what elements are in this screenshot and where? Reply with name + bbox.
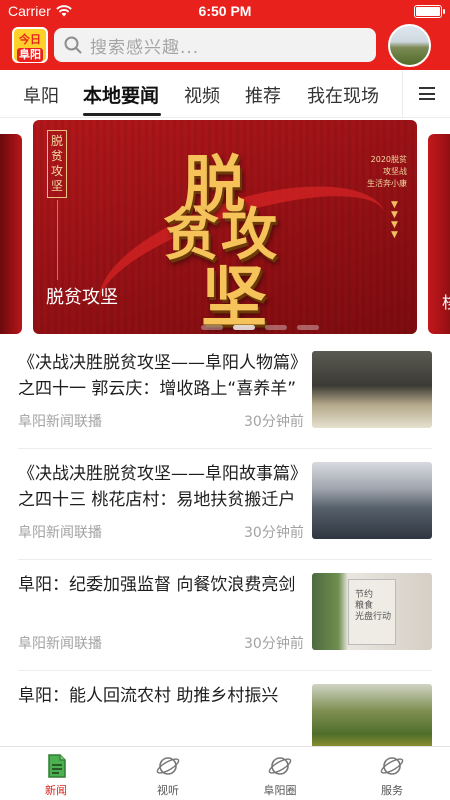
banner-caption: 脱贫攻坚 — [46, 287, 118, 308]
banner-slide[interactable]: 脱贫攻坚 脱 贫攻 坚 2020脱贫 攻坚战 生活奔小康 ▼ ▼ ▼ ▼ 脱贫攻坚 — [33, 120, 417, 334]
poster-text: 节约 粮食 光盘行动 — [355, 590, 392, 622]
news-thumbnail[interactable]: 节约 粮食 光盘行动 — [312, 573, 432, 650]
news-item[interactable]: 《决战决胜脱贫攻坚——阜阳故事篇》之四十三 桃花店村：易地扶贫搬迁户 阜阳新闻联… — [18, 449, 432, 560]
carousel-dot[interactable] — [201, 325, 223, 330]
news-source: 阜阳新闻联播 — [18, 525, 102, 541]
bottom-tab-label: 阜阳圈 — [263, 784, 297, 797]
thumbnail-poster: 节约 粮食 光盘行动 — [348, 579, 396, 645]
user-avatar[interactable] — [388, 24, 431, 67]
news-title: 《决战决胜脱贫攻坚——阜阳人物篇》之四十一 郭云庆：增收路上“喜养羊” — [18, 353, 299, 399]
planet-icon — [380, 757, 404, 775]
news-title: 阜阳：纪委加强监督 向餐饮浪费亮剑 — [18, 575, 296, 595]
tab-on-site[interactable]: 我在现场 — [307, 82, 379, 108]
carousel-indicator — [201, 325, 319, 330]
bottom-tab-label: 视听 — [157, 784, 179, 797]
news-title: 阜阳：能人回流农村 助推乡村振兴 — [18, 686, 279, 706]
carousel-dot[interactable] — [265, 325, 287, 330]
app-logo[interactable]: 今日 阜阳 — [12, 27, 48, 63]
search-placeholder: 搜索感兴趣... — [90, 37, 200, 58]
tab-fuyang[interactable]: 阜阳 — [23, 82, 59, 108]
news-source: 阜阳新闻联播 — [18, 414, 102, 430]
search-bar[interactable]: 搜索感兴趣... — [54, 28, 376, 62]
battery-icon — [414, 5, 445, 18]
bottom-tab-bar: 新闻 视听 阜阳圈 服务 — [0, 746, 450, 800]
category-tabs: 阜阳 本地要闻 视频 推荐 我在现场 — [0, 70, 450, 118]
banner-prev-slide[interactable] — [0, 134, 22, 334]
menu-icon — [418, 87, 435, 100]
banner-headline-3: 坚 — [201, 258, 267, 334]
tab-recommend[interactable]: 推荐 — [245, 82, 281, 108]
news-title: 《决战决胜脱贫攻坚——阜阳故事篇》之四十三 桃花店村：易地扶贫搬迁户 — [18, 464, 299, 510]
news-time: 30分钟前 — [244, 525, 304, 541]
banner-next-slide[interactable]: 栘 — [428, 134, 450, 334]
logo-text-bottom: 阜阳 — [17, 48, 43, 62]
app-screen: Carrier 6:50 PM 今日 阜阳 搜索感兴趣... 阜阳 本地要闻 视… — [0, 0, 450, 800]
banner-arrow-decoration: ▼ ▼ ▼ ▼ — [391, 200, 398, 240]
tab-video[interactable]: 视频 — [184, 82, 220, 108]
bottom-tab-news[interactable]: 新闻 — [16, 753, 96, 798]
next-slide-text: 栘 — [442, 293, 450, 312]
bottom-tab-label: 服务 — [381, 784, 403, 797]
news-icon — [48, 754, 66, 778]
banner-small-text: 2020脱贫 攻坚战 生活奔小康 — [367, 155, 407, 188]
app-header: Carrier 6:50 PM 今日 阜阳 搜索感兴趣... — [0, 0, 450, 70]
news-item[interactable]: 《决战决胜脱贫攻坚——阜阳人物篇》之四十一 郭云庆：增收路上“喜养羊” 阜阳新闻… — [18, 338, 432, 449]
news-source: 阜阳新闻联播 — [18, 636, 102, 652]
bottom-tab-fuyang-circle[interactable]: 阜阳圈 — [240, 753, 320, 798]
status-time: 6:50 PM — [198, 3, 252, 19]
bottom-tab-label: 新闻 — [45, 784, 67, 797]
banner-carousel[interactable]: 栘 脱贫攻坚 脱 贫攻 坚 2020脱贫 攻坚战 生活奔小康 ▼▼▼▼ 脱贫攻坚 — [0, 118, 450, 338]
tab-local-news[interactable]: 本地要闻 — [83, 81, 159, 108]
banner-side-text: 脱贫攻坚 — [47, 130, 67, 198]
news-item[interactable]: 阜阳：纪委加强监督 向餐饮浪费亮剑 阜阳新闻联播 30分钟前 节约 粮食 光盘行… — [18, 560, 432, 671]
carousel-dot-active[interactable] — [233, 325, 255, 330]
news-time: 30分钟前 — [244, 414, 304, 430]
bottom-tab-services[interactable]: 服务 — [352, 753, 432, 798]
bottom-tab-audio-video[interactable]: 视听 — [128, 753, 208, 798]
logo-text-top: 今日 — [19, 33, 41, 46]
active-tab-indicator — [83, 113, 161, 116]
status-bar: Carrier 6:50 PM — [0, 0, 450, 22]
planet-icon — [268, 757, 292, 775]
banner-divider — [57, 200, 58, 280]
channel-menu-button[interactable] — [402, 70, 450, 117]
planet-icon — [156, 757, 180, 775]
search-icon — [64, 36, 82, 54]
carousel-dot[interactable] — [297, 325, 319, 330]
news-time: 30分钟前 — [244, 636, 304, 652]
news-thumbnail[interactable] — [312, 351, 432, 428]
news-thumbnail[interactable] — [312, 462, 432, 539]
